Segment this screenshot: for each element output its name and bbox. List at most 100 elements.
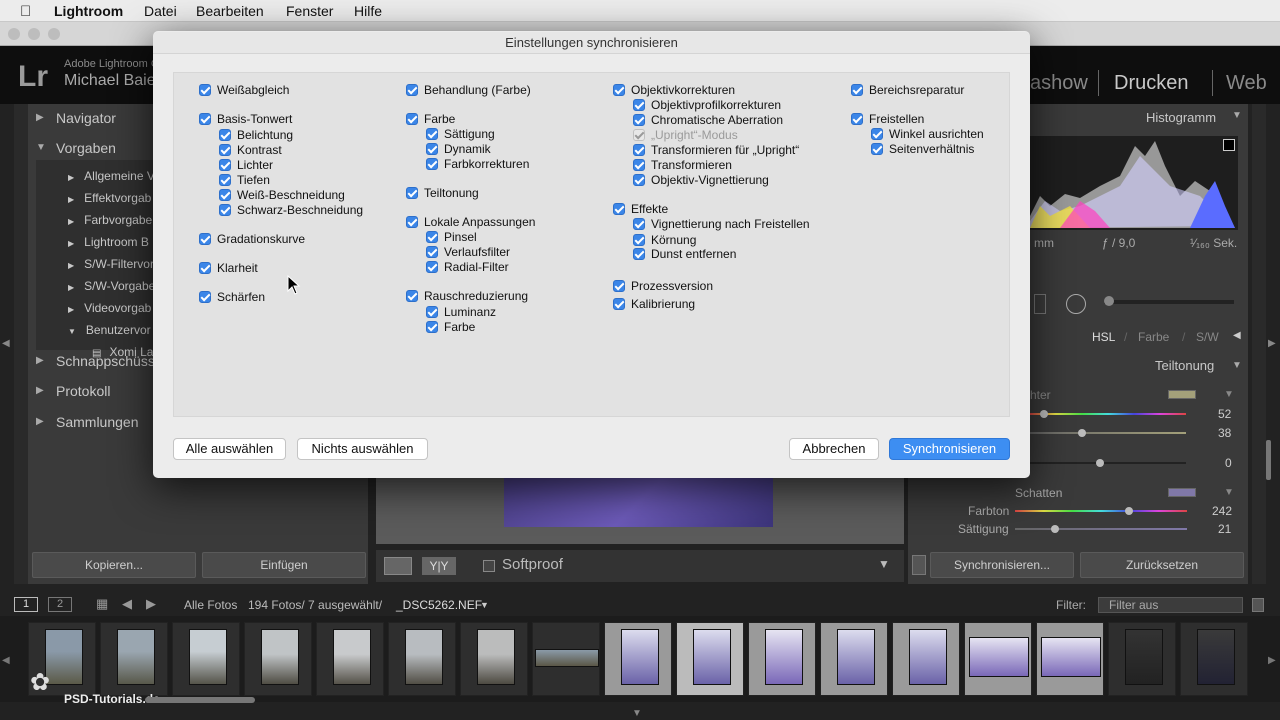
setting-checkbox[interactable]: Kontrast (219, 143, 282, 157)
module-print[interactable]: Drucken (1114, 72, 1188, 95)
source-label[interactable]: Alle Fotos (184, 598, 237, 612)
checkbox-check-icon[interactable] (426, 128, 438, 140)
checkbox-check-icon[interactable] (199, 291, 211, 303)
checkbox-check-icon[interactable] (406, 216, 418, 228)
checkbox-check-icon[interactable] (406, 84, 418, 96)
setting-checkbox[interactable]: Schwarz-Beschneidung (219, 203, 363, 217)
select-all-button[interactable]: Alle auswählen (173, 438, 286, 460)
forward-arrow-icon[interactable]: ▶ (146, 596, 156, 612)
filmstrip-thumbnail[interactable] (532, 622, 600, 696)
checkbox-check-icon[interactable] (426, 231, 438, 243)
close-window-button[interactable] (8, 28, 20, 40)
checkbox-check-icon[interactable] (406, 187, 418, 199)
checkbox-check-icon[interactable] (633, 248, 645, 260)
radial-tool-icon[interactable] (1066, 294, 1086, 314)
setting-checkbox[interactable]: Farbe (406, 112, 455, 126)
shadows-swatch[interactable] (1168, 488, 1196, 497)
filmstrip-thumbnail[interactable] (100, 622, 168, 696)
cancel-button[interactable]: Abbrechen (789, 438, 879, 460)
setting-checkbox[interactable]: Belichtung (219, 128, 293, 142)
checkbox-check-icon[interactable] (219, 204, 231, 216)
collapse-icon[interactable]: ▼ (1232, 110, 1242, 121)
minimize-window-button[interactable] (28, 28, 40, 40)
clipping-indicator-icon[interactable] (1223, 139, 1235, 151)
setting-checkbox[interactable]: Dunst entfernen (633, 247, 736, 261)
filmstrip-thumbnail[interactable] (964, 622, 1032, 696)
filter-lock-icon[interactable] (1252, 598, 1264, 612)
loupe-view-icon[interactable] (384, 557, 412, 575)
setting-checkbox[interactable]: Objektivprofilkorrekturen (633, 98, 781, 112)
setting-checkbox[interactable]: Pinsel (426, 230, 477, 244)
setting-checkbox[interactable]: Rauschreduzierung (406, 289, 528, 303)
setting-checkbox[interactable]: Chromatische Aberration (633, 113, 783, 127)
setting-checkbox[interactable]: Farbkorrekturen (426, 157, 529, 171)
checkbox-check-icon[interactable] (426, 261, 438, 273)
setting-checkbox[interactable]: Seitenverhältnis (871, 142, 974, 156)
setting-checkbox[interactable]: Luminanz (426, 305, 496, 319)
preset-folder[interactable]: ▶ S/W-Vorgabe (68, 276, 155, 298)
menu-fenster[interactable]: Fenster (286, 3, 333, 19)
preset-folder[interactable]: ▶ S/W-Filtervor (68, 254, 155, 276)
setting-checkbox[interactable]: Lichter (219, 158, 273, 172)
checkbox-check-icon[interactable] (426, 158, 438, 170)
filmstrip-thumbnail[interactable] (460, 622, 528, 696)
softproof-checkbox[interactable] (483, 560, 495, 572)
menu-hilfe[interactable]: Hilfe (354, 3, 382, 19)
checkbox-check-icon[interactable] (199, 233, 211, 245)
brush-size-slider[interactable] (1104, 300, 1234, 304)
setting-checkbox[interactable]: Teiltonung (406, 186, 479, 200)
tool-icon[interactable] (1034, 294, 1046, 314)
filmstrip-thumbnail[interactable] (244, 622, 312, 696)
synchronize-button[interactable]: Synchronisieren (889, 438, 1010, 460)
checkbox-check-icon[interactable] (613, 203, 625, 215)
reset-button[interactable]: Zurücksetzen (1080, 552, 1244, 578)
setting-checkbox[interactable]: Dynamik (426, 142, 491, 156)
filmstrip-toggle-icon[interactable]: ▼ (632, 708, 642, 719)
setting-checkbox[interactable]: Objektiv-Vignettierung (633, 173, 769, 187)
checkbox-check-icon[interactable] (633, 234, 645, 246)
checkbox-check-icon[interactable] (426, 321, 438, 333)
menu-bearbeiten[interactable]: Bearbeiten (196, 3, 264, 19)
setting-checkbox[interactable]: Schärfen (199, 290, 265, 304)
checkbox-check-icon[interactable] (633, 218, 645, 230)
module-web[interactable]: Web (1226, 72, 1267, 95)
tab-color[interactable]: Farbe (1138, 330, 1169, 344)
checkbox-check-icon[interactable] (219, 159, 231, 171)
checkbox-check-icon[interactable] (199, 262, 211, 274)
expand-left-icon[interactable]: ◀ (1233, 330, 1241, 341)
checkbox-check-icon[interactable] (613, 84, 625, 96)
setting-checkbox[interactable]: Klarheit (199, 261, 258, 275)
setting-checkbox[interactable]: Verlaufsfilter (426, 245, 510, 259)
sync-button[interactable]: Synchronisieren... (930, 552, 1074, 578)
checkbox-check-icon[interactable] (851, 84, 863, 96)
copy-button[interactable]: Kopieren... (32, 552, 196, 578)
setting-checkbox[interactable]: Freistellen (851, 112, 924, 126)
filmstrip-thumbnail[interactable] (316, 622, 384, 696)
compare-view-icon[interactable]: Y|Y (422, 557, 456, 575)
checkbox-check-icon[interactable] (406, 113, 418, 125)
paste-button[interactable]: Einfügen (202, 552, 366, 578)
preset-folder[interactable]: ▼ Benutzervor (68, 320, 155, 342)
setting-checkbox[interactable]: Sättigung (426, 127, 495, 141)
checkbox-check-icon[interactable] (426, 246, 438, 258)
filmstrip-thumbnail[interactable] (1036, 622, 1104, 696)
checkbox-check-icon[interactable] (871, 143, 883, 155)
setting-checkbox[interactable]: Behandlung (Farbe) (406, 83, 531, 97)
preset-folder[interactable]: ▶ Videovorgab (68, 298, 155, 320)
preset-folder[interactable]: ▶ Lightroom B (68, 232, 155, 254)
menu-app[interactable]: Lightroom (54, 3, 123, 19)
filter-select[interactable]: Filter aus (1098, 597, 1243, 613)
checkbox-check-icon[interactable] (426, 143, 438, 155)
setting-checkbox[interactable]: Winkel ausrichten (871, 127, 984, 141)
checkbox-check-icon[interactable] (613, 298, 625, 310)
checkbox-check-icon[interactable] (633, 144, 645, 156)
setting-checkbox[interactable]: Gradationskurve (199, 232, 305, 246)
setting-checkbox[interactable]: Lokale Anpassungen (406, 215, 535, 229)
scrollbar[interactable] (1266, 440, 1271, 480)
select-none-button[interactable]: Nichts auswählen (297, 438, 428, 460)
checkbox-check-icon[interactable] (871, 128, 883, 140)
highlights-hue-slider[interactable] (1030, 410, 1186, 418)
checkbox-check-icon[interactable] (633, 99, 645, 111)
shadows-sat-slider[interactable] (1015, 525, 1187, 533)
checkbox-check-icon[interactable] (633, 159, 645, 171)
